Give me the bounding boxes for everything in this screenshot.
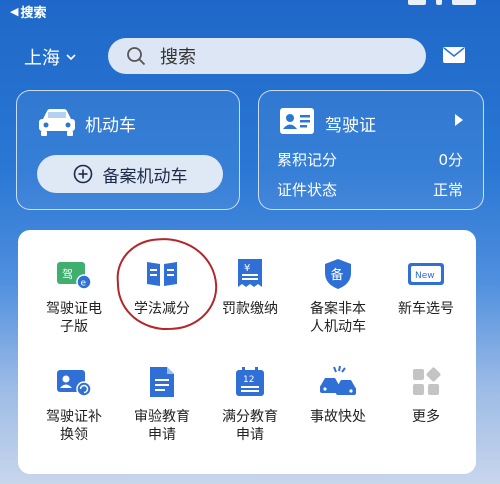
points-value: 0分 bbox=[438, 151, 463, 169]
service-register-others-vehicle[interactable]: 备 备案非本 人机动车 bbox=[294, 252, 382, 336]
service-label: 驾驶证电 子版 bbox=[46, 301, 102, 335]
signal-icon bbox=[408, 0, 426, 5]
city-selector[interactable]: 上海 bbox=[24, 44, 76, 70]
vehicle-card[interactable]: 机动车 备案机动车 bbox=[16, 90, 240, 210]
chevron-right-icon bbox=[455, 114, 463, 126]
back-to-search-link[interactable]: ◀ 搜索 bbox=[10, 2, 46, 21]
svg-text:驾: 驾 bbox=[62, 268, 73, 281]
register-vehicle-label: 备案机动车 bbox=[102, 166, 188, 187]
battery-icon bbox=[452, 0, 476, 5]
grid-more-icon bbox=[413, 367, 441, 395]
service-e-license[interactable]: 驾e 驾驶证电 子版 bbox=[30, 252, 118, 336]
points-row: 累积记分 0分 bbox=[277, 149, 463, 170]
services-panel: 驾e 驾驶证电 子版 学法减分 ¥ 罚款缴纳 备 备案非本 人机动车 New 新车选… bbox=[18, 230, 476, 474]
svg-text:12: 12 bbox=[243, 375, 254, 385]
search-icon bbox=[127, 47, 146, 66]
service-label: 事故快处 bbox=[310, 409, 366, 425]
back-arrow-icon: ◀ bbox=[10, 5, 19, 18]
vehicle-card-title: 机动车 bbox=[85, 116, 136, 136]
plus-circle-icon bbox=[73, 164, 92, 184]
service-label: 满分教育 申请 bbox=[222, 409, 278, 443]
service-label: 审验教育 申请 bbox=[134, 409, 190, 443]
status-bar: ◀ 搜索 bbox=[0, 0, 500, 22]
service-full-score-education[interactable]: 12 满分教育 申请 bbox=[206, 360, 294, 444]
license-renew-icon bbox=[57, 370, 92, 397]
wifi-icon bbox=[436, 0, 442, 5]
new-plate-icon: New bbox=[408, 263, 444, 285]
search-placeholder: 搜索 bbox=[160, 47, 196, 68]
car-icon bbox=[39, 109, 75, 136]
license-card-title: 驾驶证 bbox=[325, 116, 376, 136]
svg-text:e: e bbox=[81, 279, 87, 289]
service-accident-quick[interactable]: 事故快处 bbox=[294, 360, 382, 426]
license-status-value: 正常 bbox=[432, 181, 463, 199]
search-input[interactable]: 搜索 bbox=[108, 38, 426, 74]
service-inspection-education[interactable]: 审验教育 申请 bbox=[118, 360, 206, 444]
service-more[interactable]: 更多 bbox=[382, 360, 470, 426]
chevron-down-icon bbox=[66, 54, 76, 61]
shield-icon: 备 bbox=[325, 259, 351, 289]
back-label: 搜索 bbox=[20, 6, 47, 21]
receipt-yuan-icon: ¥ bbox=[238, 259, 262, 287]
license-card[interactable]: 驾驶证 累积记分 0分 证件状态 正常 bbox=[258, 90, 484, 210]
service-pay-fine[interactable]: ¥ 罚款缴纳 bbox=[206, 252, 294, 318]
svg-text:¥: ¥ bbox=[244, 263, 250, 274]
book-icon bbox=[147, 262, 177, 286]
car-accident-icon bbox=[320, 365, 356, 395]
service-label: 驾驶证补 换领 bbox=[46, 409, 102, 443]
license-status-label: 证件状态 bbox=[277, 181, 338, 199]
svg-text:备: 备 bbox=[331, 267, 344, 283]
status-icons bbox=[408, 0, 476, 6]
svg-text:New: New bbox=[415, 271, 435, 281]
service-label: 备案非本 人机动车 bbox=[310, 301, 366, 335]
service-label: 罚款缴纳 bbox=[222, 301, 278, 317]
points-label: 累积记分 bbox=[277, 151, 338, 169]
license-card-icon bbox=[280, 108, 314, 134]
service-label: 学法减分 bbox=[134, 301, 190, 317]
service-new-plate[interactable]: New 新车选号 bbox=[382, 252, 470, 318]
document-icon bbox=[150, 367, 174, 397]
e-license-icon: 驾e bbox=[57, 262, 92, 290]
service-label: 更多 bbox=[412, 409, 440, 425]
mail-icon[interactable] bbox=[442, 46, 466, 64]
license-status-row: 证件状态 正常 bbox=[277, 179, 463, 200]
header: 上海 搜索 bbox=[0, 36, 500, 80]
register-vehicle-button[interactable]: 备案机动车 bbox=[37, 155, 223, 193]
service-study-reduce-points[interactable]: 学法减分 bbox=[118, 252, 206, 318]
service-label: 新车选号 bbox=[398, 301, 454, 317]
city-label: 上海 bbox=[24, 48, 60, 69]
calendar-12-icon: 12 bbox=[236, 367, 264, 396]
service-license-renew[interactable]: 驾驶证补 换领 bbox=[30, 360, 118, 444]
